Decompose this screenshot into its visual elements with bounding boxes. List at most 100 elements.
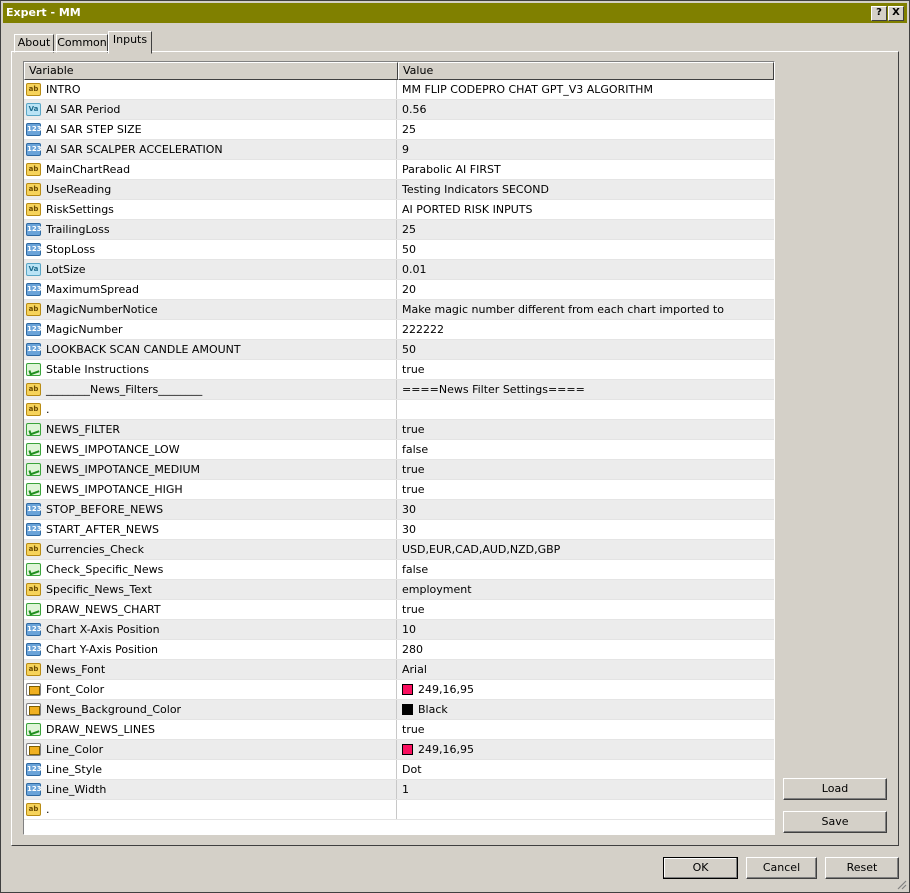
value-cell[interactable]: Make magic number different from each ch… [398,300,774,319]
value-cell[interactable]: Testing Indicators SECOND [398,180,774,199]
table-row[interactable]: DRAW_NEWS_CHART true [24,600,774,620]
value-cell[interactable]: 0.01 [398,260,774,279]
column-header-variable[interactable]: Variable [24,62,398,80]
table-row[interactable]: ab RiskSettings AI PORTED RISK INPUTS [24,200,774,220]
table-row[interactable]: NEWS_FILTER true [24,420,774,440]
variable-cell[interactable]: 123 STOP_BEFORE_NEWS [24,500,397,519]
variable-cell[interactable]: ab News_Font [24,660,397,679]
table-row[interactable]: ab Specific_News_Text employment [24,580,774,600]
value-cell[interactable]: Parabolic AI FIRST [398,160,774,179]
value-cell[interactable]: 30 [398,520,774,539]
variable-cell[interactable]: News_Background_Color [24,700,397,719]
variable-cell[interactable]: ab ________News_Filters________ [24,380,397,399]
tab-inputs[interactable]: Inputs [108,31,152,54]
inputs-grid[interactable]: Variable Value ab INTRO MM FLIP CODEPRO CH… [23,61,775,835]
save-button[interactable]: Save [783,811,887,833]
value-cell[interactable] [398,400,774,419]
value-cell[interactable]: 50 [398,340,774,359]
variable-cell[interactable]: 123 AI SAR STEP SIZE [24,120,397,139]
variable-cell[interactable]: 123 START_AFTER_NEWS [24,520,397,539]
value-cell[interactable]: AI PORTED RISK INPUTS [398,200,774,219]
table-row[interactable]: ab. [24,400,774,420]
table-row[interactable]: ab MagicNumberNotice Make magic number dif… [24,300,774,320]
close-button[interactable]: X [888,6,904,21]
variable-cell[interactable]: DRAW_NEWS_CHART [24,600,397,619]
variable-cell[interactable]: Line_Color [24,740,397,759]
value-cell[interactable]: 20 [398,280,774,299]
value-cell[interactable]: 1 [398,780,774,799]
variable-cell[interactable]: ab INTRO [24,80,397,99]
value-cell[interactable]: 25 [398,220,774,239]
table-row[interactable]: 123 Chart X-Axis Position 10 [24,620,774,640]
value-cell[interactable]: 25 [398,120,774,139]
table-row[interactable]: News_Background_Color Black [24,700,774,720]
title-bar[interactable]: Expert - MM ? X [3,3,907,23]
value-cell[interactable]: true [398,460,774,479]
table-row[interactable]: 123 Line_Width 1 [24,780,774,800]
cancel-button[interactable]: Cancel [746,857,817,879]
value-cell[interactable]: 249,16,95 [398,740,774,759]
variable-cell[interactable]: ab Specific_News_Text [24,580,397,599]
column-header-value[interactable]: Value [398,62,774,80]
variable-cell[interactable]: ab Currencies_Check [24,540,397,559]
variable-cell[interactable]: NEWS_IMPOTANCE_LOW [24,440,397,459]
variable-cell[interactable]: ab MagicNumberNotice [24,300,397,319]
table-row[interactable]: 123 AI SAR SCALPER ACCELERATION 9 [24,140,774,160]
variable-cell[interactable]: ab. [24,400,397,419]
table-row[interactable]: 123 TrailingLoss 25 [24,220,774,240]
table-row[interactable]: 123 StopLoss 50 [24,240,774,260]
value-cell[interactable]: employment [398,580,774,599]
value-cell[interactable]: Black [398,700,774,719]
value-cell[interactable]: USD,EUR,CAD,AUD,NZD,GBP [398,540,774,559]
table-row[interactable]: ab News_Font Arial [24,660,774,680]
value-cell[interactable] [398,800,774,819]
resize-grip-icon[interactable] [895,878,907,890]
variable-cell[interactable]: 123 Chart X-Axis Position [24,620,397,639]
value-cell[interactable]: 9 [398,140,774,159]
table-row[interactable]: ab. [24,800,774,820]
table-row[interactable]: 123 Line_Style Dot [24,760,774,780]
table-row[interactable]: 123 LOOKBACK SCAN CANDLE AMOUNT 50 [24,340,774,360]
value-cell[interactable]: Dot [398,760,774,779]
load-button[interactable]: Load [783,778,887,800]
variable-cell[interactable]: 123 AI SAR SCALPER ACCELERATION [24,140,397,159]
variable-cell[interactable]: DRAW_NEWS_LINES [24,720,397,739]
table-row[interactable]: Line_Color 249,16,95 [24,740,774,760]
table-row[interactable]: NEWS_IMPOTANCE_MEDIUM true [24,460,774,480]
value-cell[interactable]: false [398,440,774,459]
help-button[interactable]: ? [871,6,887,21]
table-row[interactable]: 123 AI SAR STEP SIZE 25 [24,120,774,140]
table-row[interactable]: 123 START_AFTER_NEWS 30 [24,520,774,540]
table-row[interactable]: ab ________News_Filters________ ====News F… [24,380,774,400]
table-row[interactable]: ab UseReading Testing Indicators SECOND [24,180,774,200]
table-row[interactable]: 123 STOP_BEFORE_NEWS 30 [24,500,774,520]
ok-button[interactable]: OK [663,857,738,879]
table-row[interactable]: ab MainChartRead Parabolic AI FIRST [24,160,774,180]
table-row[interactable]: ab Currencies_Check USD,EUR,CAD,AUD,NZD,GB… [24,540,774,560]
table-row[interactable]: 123 MagicNumber 222222 [24,320,774,340]
table-row[interactable]: 123 Chart Y-Axis Position 280 [24,640,774,660]
table-row[interactable]: Va AI SAR Period 0.56 [24,100,774,120]
value-cell[interactable]: true [398,360,774,379]
variable-cell[interactable]: NEWS_IMPOTANCE_HIGH [24,480,397,499]
table-row[interactable]: Va LotSize 0.01 [24,260,774,280]
value-cell[interactable]: true [398,600,774,619]
variable-cell[interactable]: 123 Line_Style [24,760,397,779]
variable-cell[interactable]: 123 LOOKBACK SCAN CANDLE AMOUNT [24,340,397,359]
variable-cell[interactable]: 123 StopLoss [24,240,397,259]
variable-cell[interactable]: Font_Color [24,680,397,699]
table-row[interactable]: Check_Specific_News false [24,560,774,580]
reset-button[interactable]: Reset [825,857,899,879]
value-cell[interactable]: true [398,420,774,439]
variable-cell[interactable]: ab UseReading [24,180,397,199]
value-cell[interactable]: 222222 [398,320,774,339]
variable-cell[interactable]: NEWS_IMPOTANCE_MEDIUM [24,460,397,479]
table-row[interactable]: NEWS_IMPOTANCE_HIGH true [24,480,774,500]
variable-cell[interactable]: 123 Line_Width [24,780,397,799]
value-cell[interactable]: 249,16,95 [398,680,774,699]
value-cell[interactable]: ====News Filter Settings==== [398,380,774,399]
value-cell[interactable]: MM FLIP CODEPRO CHAT GPT_V3 ALGORITHM [398,80,774,99]
value-cell[interactable]: true [398,480,774,499]
variable-cell[interactable]: ab. [24,800,397,819]
table-row[interactable]: Font_Color 249,16,95 [24,680,774,700]
